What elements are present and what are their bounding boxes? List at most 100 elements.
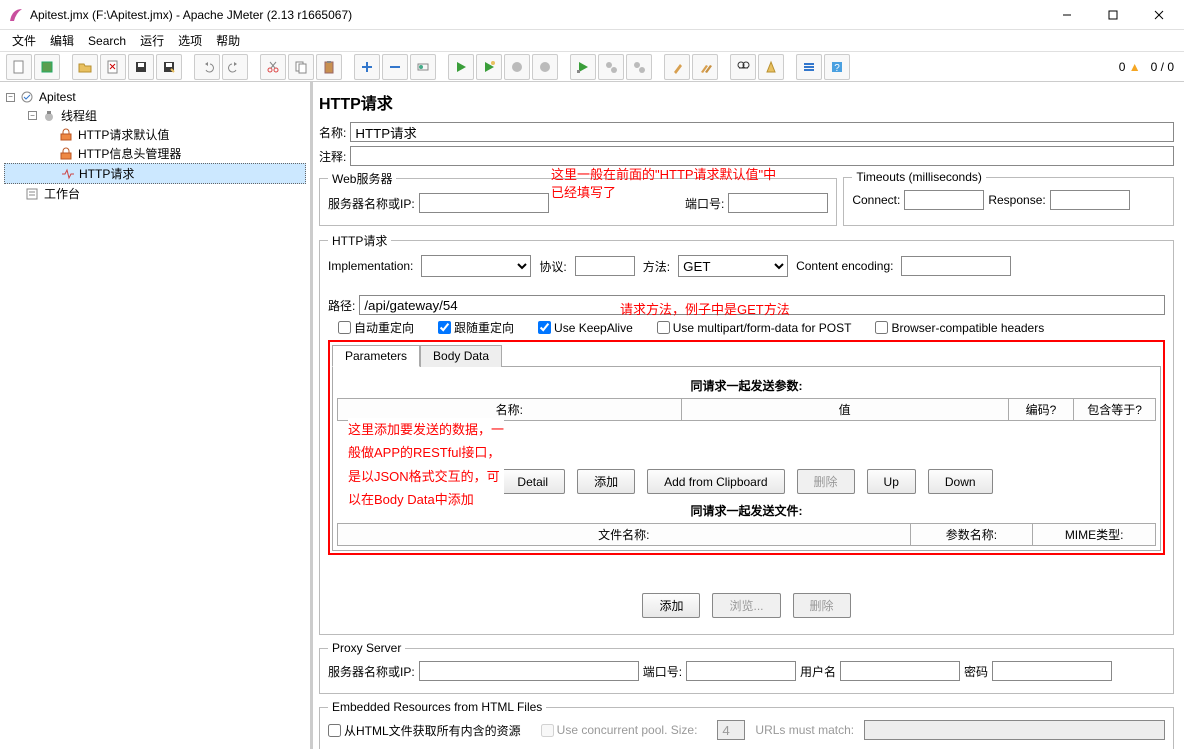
menu-file[interactable]: 文件	[6, 30, 42, 51]
comment-input[interactable]	[350, 146, 1174, 166]
annotation-method: 请求方法，例子中是GET方法	[620, 299, 790, 318]
col-paramname: 参数名称:	[910, 524, 1033, 546]
remote-start-button[interactable]	[570, 54, 596, 80]
proxy-pass-input[interactable]	[992, 661, 1112, 681]
clear-button[interactable]	[664, 54, 690, 80]
delete-file-button[interactable]: 删除	[793, 593, 851, 618]
retrieve-resources-checkbox[interactable]	[328, 724, 341, 737]
down-button[interactable]: Down	[928, 469, 993, 494]
col-mime: MIME类型:	[1033, 524, 1156, 546]
svg-text:?: ?	[834, 63, 840, 74]
start-button[interactable]	[448, 54, 474, 80]
browser-compat-checkbox[interactable]	[875, 321, 888, 334]
tree-root[interactable]: − Apitest	[4, 88, 306, 106]
keepalive-checkbox[interactable]	[538, 321, 551, 334]
comment-label: 注释:	[319, 148, 346, 165]
proxy-pass-label: 密码	[964, 663, 988, 680]
remote-shutdown-button[interactable]	[626, 54, 652, 80]
menu-run[interactable]: 运行	[134, 30, 170, 51]
response-input[interactable]	[1050, 190, 1130, 210]
templates-button[interactable]	[34, 54, 60, 80]
minimize-button[interactable]	[1044, 0, 1090, 30]
workbench-icon	[24, 186, 40, 202]
auto-redirect-checkbox[interactable]	[338, 321, 351, 334]
tree-toggle-icon[interactable]: −	[28, 111, 37, 120]
menu-search[interactable]: Search	[82, 32, 132, 50]
detail-button[interactable]: Detail	[500, 469, 565, 494]
tree-toggle-icon[interactable]: −	[6, 93, 15, 102]
path-label: 路径:	[328, 297, 355, 314]
server-input[interactable]	[419, 193, 549, 213]
search-toolbar-button[interactable]	[730, 54, 756, 80]
close-file-button[interactable]	[100, 54, 126, 80]
testplan-icon	[19, 89, 35, 105]
add-clipboard-button[interactable]: Add from Clipboard	[647, 469, 784, 494]
new-button[interactable]	[6, 54, 32, 80]
start-notimers-button[interactable]	[476, 54, 502, 80]
save-button[interactable]	[128, 54, 154, 80]
embedded-legend: Embedded Resources from HTML Files	[328, 700, 546, 714]
browse-file-button[interactable]: 浏览...	[712, 593, 780, 618]
annotation-defaults: 这里一般在前面的"HTTP请求默认值"中已经填写了	[551, 166, 781, 202]
collapse-button[interactable]	[382, 54, 408, 80]
save-as-button[interactable]	[156, 54, 182, 80]
cut-button[interactable]	[260, 54, 286, 80]
tab-body-data[interactable]: Body Data	[420, 345, 502, 367]
server-label: 服务器名称或IP:	[328, 195, 415, 212]
undo-button[interactable]	[194, 54, 220, 80]
delete-param-button[interactable]: 删除	[797, 469, 855, 494]
expand-button[interactable]	[354, 54, 380, 80]
open-button[interactable]	[72, 54, 98, 80]
remote-stop-button[interactable]	[598, 54, 624, 80]
connect-label: Connect:	[852, 193, 900, 207]
sampler-icon	[59, 166, 75, 182]
page-title: HTTP请求	[319, 86, 1174, 122]
warning-icon: ▲	[1129, 60, 1141, 74]
status-right: 0 / 0	[1151, 60, 1174, 74]
follow-redirect-checkbox[interactable]	[438, 321, 451, 334]
paste-button[interactable]	[316, 54, 342, 80]
menu-help[interactable]: 帮助	[210, 30, 246, 51]
name-input[interactable]	[350, 122, 1174, 142]
encoding-input[interactable]	[901, 256, 1011, 276]
add-file-button[interactable]: 添加	[642, 593, 700, 618]
proxy-legend: Proxy Server	[328, 641, 405, 655]
proxy-server-label: 服务器名称或IP:	[328, 663, 415, 680]
clear-all-button[interactable]	[692, 54, 718, 80]
impl-label: Implementation:	[328, 259, 413, 273]
tree-threadgroup[interactable]: − 线程组	[4, 106, 306, 125]
add-param-button[interactable]: 添加	[577, 469, 635, 494]
redo-button[interactable]	[222, 54, 248, 80]
test-plan-tree[interactable]: − Apitest − 线程组 HTTP请求默认值 HTTP信息头管理器 HTT…	[0, 82, 313, 749]
toggle-button[interactable]	[410, 54, 436, 80]
protocol-input[interactable]	[575, 256, 635, 276]
tree-header-manager[interactable]: HTTP信息头管理器	[4, 144, 306, 163]
proxy-user-input[interactable]	[840, 661, 960, 681]
proxy-port-input[interactable]	[686, 661, 796, 681]
params-section-title: 同请求一起发送参数:	[337, 377, 1156, 394]
function-helper-button[interactable]	[796, 54, 822, 80]
tree-workbench[interactable]: 工作台	[4, 184, 306, 203]
method-select[interactable]: GET	[678, 255, 788, 277]
impl-select[interactable]	[421, 255, 531, 277]
menu-options[interactable]: 选项	[172, 30, 208, 51]
proxy-server-input[interactable]	[419, 661, 639, 681]
tree-http-defaults[interactable]: HTTP请求默认值	[4, 125, 306, 144]
maximize-button[interactable]	[1090, 0, 1136, 30]
reset-search-button[interactable]	[758, 54, 784, 80]
multipart-checkbox[interactable]	[657, 321, 670, 334]
tree-http-request[interactable]: HTTP请求	[4, 163, 306, 184]
tab-parameters[interactable]: Parameters	[332, 345, 420, 367]
help-button[interactable]: ?	[824, 54, 850, 80]
app-icon	[8, 7, 24, 23]
close-button[interactable]	[1136, 0, 1182, 30]
shutdown-button[interactable]	[532, 54, 558, 80]
name-label: 名称:	[319, 124, 346, 141]
connect-input[interactable]	[904, 190, 984, 210]
stop-button[interactable]	[504, 54, 530, 80]
menu-edit[interactable]: 编辑	[44, 30, 80, 51]
proxy-user-label: 用户名	[800, 663, 836, 680]
up-button[interactable]: Up	[867, 469, 916, 494]
threadgroup-icon	[41, 108, 57, 124]
copy-button[interactable]	[288, 54, 314, 80]
